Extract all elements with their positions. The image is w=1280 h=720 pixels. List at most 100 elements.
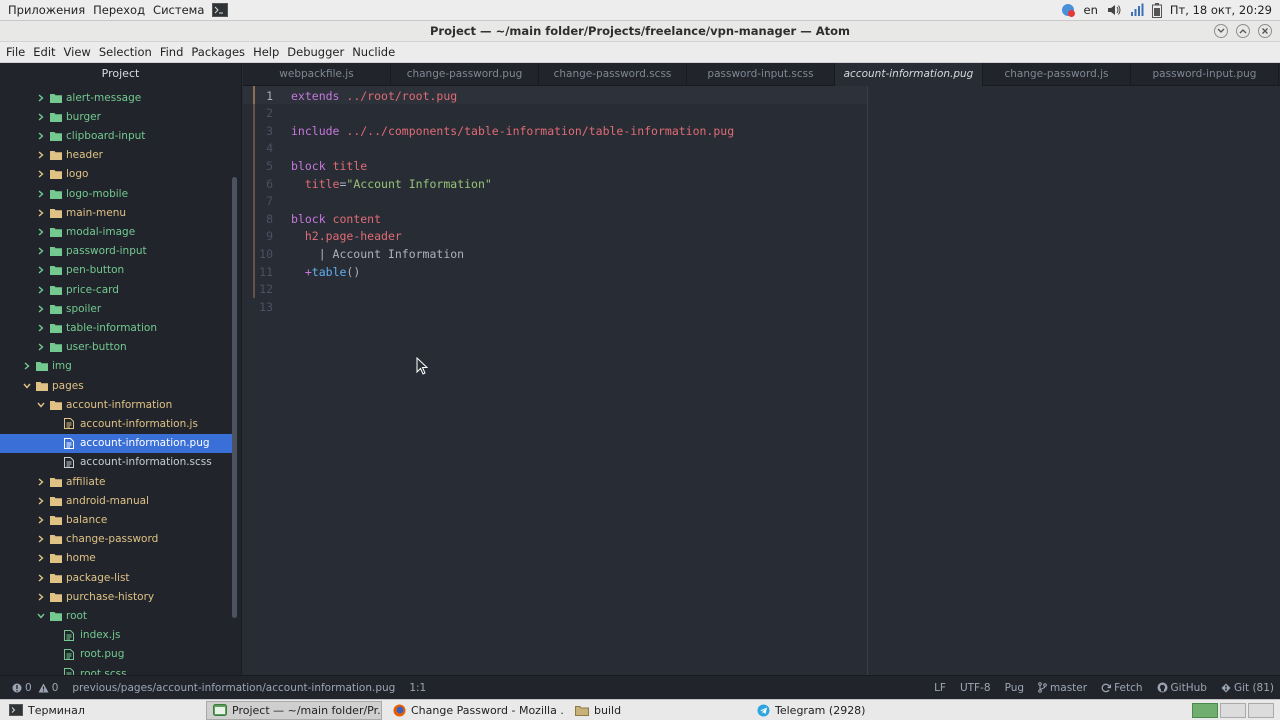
close-button[interactable] (1258, 24, 1272, 38)
git-fetch-button[interactable]: Fetch (1101, 682, 1143, 694)
code-line[interactable]: 9 h2.page-header (243, 227, 867, 245)
chevron-down-icon[interactable] (36, 611, 46, 621)
tree-folder-item[interactable]: logo (0, 165, 234, 184)
chevron-right-icon[interactable] (36, 323, 46, 333)
chevron-right-icon[interactable] (36, 477, 46, 487)
tree-folder-item[interactable]: package-list (0, 568, 234, 587)
taskbar-item-build[interactable]: build (568, 701, 746, 720)
chevron-right-icon[interactable] (36, 112, 46, 122)
file-path[interactable]: previous/pages/account-information/accou… (72, 682, 395, 694)
clock[interactable]: Пт, 18 окт, 20:29 (1170, 3, 1272, 17)
taskbar-item-telegram[interactable]: Telegram (2928) (750, 701, 950, 720)
code-editor[interactable]: 1 extends ../root/root.pug 2 3 include ../..… (243, 86, 1280, 675)
code-line[interactable]: 11 +table() (243, 263, 867, 281)
tree-file-item[interactable]: account-information.pug (0, 433, 234, 453)
tree-folder-item[interactable]: home (0, 549, 234, 568)
volume-icon[interactable] (1106, 3, 1122, 17)
tree-folder-item[interactable]: img (0, 357, 234, 376)
places-menu[interactable]: Переход (89, 3, 149, 17)
chevron-right-icon[interactable] (36, 189, 46, 199)
tree-folder-item[interactable]: balance (0, 510, 234, 529)
battery-icon[interactable] (1151, 2, 1162, 18)
editor-tab[interactable]: password-input.scss (687, 63, 835, 86)
code-line[interactable]: 13 (243, 298, 867, 316)
git-panel-button[interactable]: Git (81) (1221, 682, 1274, 694)
tree-folder-item[interactable]: logo-mobile (0, 184, 234, 203)
chevron-right-icon[interactable] (36, 265, 46, 275)
chevron-right-icon[interactable] (36, 150, 46, 160)
line-ending-selector[interactable]: LF (934, 682, 946, 694)
tree-folder-item[interactable]: affiliate (0, 472, 234, 491)
minimize-button[interactable] (1214, 24, 1228, 38)
diagnostics-warnings[interactable]: 0 (38, 682, 58, 694)
code-line[interactable]: 6 title="Account Information" (243, 175, 867, 193)
menu-find[interactable]: Find (156, 45, 188, 59)
editor-tab[interactable]: change-password.js (983, 63, 1131, 86)
tree-folder-item[interactable]: burger (0, 107, 234, 126)
tree-folder-item[interactable]: purchase-history (0, 587, 234, 606)
chevron-right-icon[interactable] (22, 361, 32, 371)
code-line[interactable]: 12 (243, 280, 867, 298)
tree-file-item[interactable]: account-information.js (0, 414, 234, 433)
tree-folder-item[interactable]: main-menu (0, 203, 234, 222)
taskbar-item-terminal[interactable]: Терминал (2, 701, 202, 720)
tree-folder-item[interactable]: header (0, 146, 234, 165)
chevron-right-icon[interactable] (36, 131, 46, 141)
menu-view[interactable]: View (60, 45, 95, 59)
tree-folder-item[interactable]: pen-button (0, 261, 234, 280)
system-menu[interactable]: Система (149, 3, 208, 17)
tree-folder-item[interactable]: clipboard-input (0, 126, 234, 145)
menu-selection[interactable]: Selection (95, 45, 156, 59)
chevron-right-icon[interactable] (36, 208, 46, 218)
menu-debugger[interactable]: Debugger (283, 45, 348, 59)
tree-folder-item[interactable]: alert-message (0, 88, 234, 107)
tree-folder-item[interactable]: account-information (0, 395, 234, 414)
tree-folder-item[interactable]: password-input (0, 242, 234, 261)
terminal-launcher-icon[interactable] (208, 3, 236, 17)
applications-menu[interactable]: Приложения (4, 3, 89, 17)
chevron-right-icon[interactable] (36, 169, 46, 179)
chevron-right-icon[interactable] (36, 93, 46, 103)
chevron-right-icon[interactable] (36, 573, 46, 583)
code-line[interactable]: 5 block title (243, 157, 867, 175)
code-line[interactable]: 7 (243, 192, 867, 210)
chevron-right-icon[interactable] (36, 246, 46, 256)
chevron-down-icon[interactable] (36, 400, 46, 410)
code-line[interactable]: 3 include ../../components/table-informat… (243, 122, 867, 140)
cursor-position[interactable]: 1:1 (409, 682, 426, 694)
tree-folder-item[interactable]: price-card (0, 280, 234, 299)
menu-nuclide[interactable]: Nuclide (348, 45, 399, 59)
chevron-right-icon[interactable] (36, 534, 46, 544)
editor-tab[interactable]: webpackfile.js (243, 63, 391, 86)
grammar-selector[interactable]: Pug (1005, 682, 1024, 694)
code-line[interactable]: 10 | Account Information (243, 245, 867, 263)
workspace-switcher-3[interactable] (1248, 702, 1274, 718)
editor-tab[interactable]: change-password.scss (539, 63, 687, 86)
chevron-right-icon[interactable] (36, 553, 46, 563)
tree-folder-item[interactable]: change-password (0, 530, 234, 549)
tree-folder-item[interactable]: modal-image (0, 222, 234, 241)
editor-tab[interactable]: account-information.pug (835, 63, 983, 86)
workspace-switcher-1[interactable] (1192, 702, 1218, 718)
menu-help[interactable]: Help (249, 45, 283, 59)
chevron-down-icon[interactable] (22, 381, 32, 391)
encoding-selector[interactable]: UTF-8 (960, 682, 991, 694)
code-line[interactable]: 2 (243, 104, 867, 122)
editor-tab[interactable]: change-password.pug (391, 63, 539, 86)
tree-scrollbar[interactable] (232, 177, 237, 618)
taskbar-item-atom[interactable]: Project — ~/main folder/Pr... (206, 700, 382, 720)
diagnostics-errors[interactable]: 0 (12, 682, 32, 694)
maximize-button[interactable] (1236, 24, 1250, 38)
menu-edit[interactable]: Edit (29, 45, 59, 59)
chevron-right-icon[interactable] (36, 515, 46, 525)
chevron-right-icon[interactable] (36, 496, 46, 506)
chevron-right-icon[interactable] (36, 227, 46, 237)
menu-packages[interactable]: Packages (187, 45, 249, 59)
github-button[interactable]: GitHub (1157, 682, 1207, 694)
taskbar-item-firefox[interactable]: Change Password - Mozilla ... (386, 701, 564, 720)
tree-file-item[interactable]: index.js (0, 626, 234, 645)
chevron-right-icon[interactable] (36, 304, 46, 314)
network-icon[interactable] (1130, 3, 1144, 17)
code-line[interactable]: 4 (243, 139, 867, 157)
code-line[interactable]: 8 block content (243, 210, 867, 228)
